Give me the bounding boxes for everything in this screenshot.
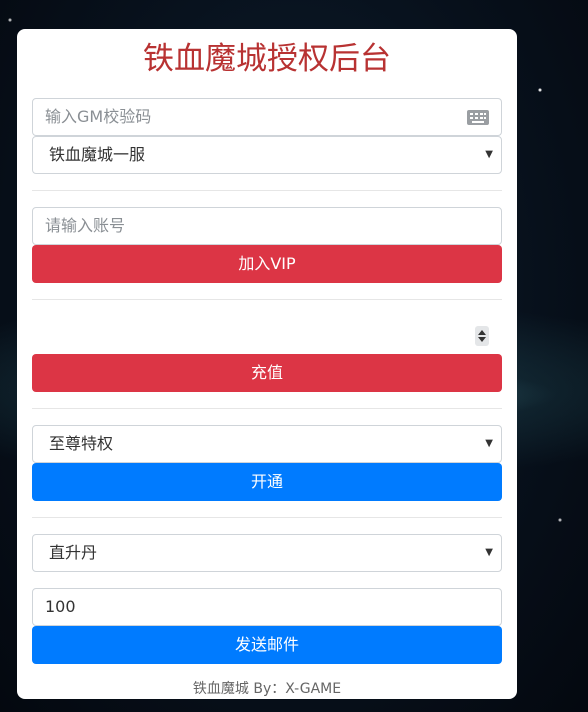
recharge-button[interactable]: 充值 [32, 354, 502, 392]
gm-code-placeholder: 输入GM校验码 [45, 107, 152, 126]
item-select[interactable]: 直升丹 ▼ [32, 534, 502, 572]
section-divider [32, 299, 502, 300]
quantity-value: 100 [45, 597, 76, 616]
dropdown-arrow-icon: ▼ [485, 438, 493, 449]
footer-credit: 铁血魔城 By：X-GAME [192, 681, 342, 697]
section-divider [32, 517, 502, 518]
activate-button[interactable]: 开通 [32, 463, 502, 501]
recharge-amount-input[interactable] [32, 316, 502, 354]
dropdown-arrow-icon: ▼ [485, 149, 493, 160]
add-vip-button[interactable]: 加入VIP [32, 245, 502, 283]
gm-code-input[interactable]: 输入GM校验码 [32, 98, 502, 136]
item-select-value: 直升丹 [49, 543, 98, 562]
send-mail-button[interactable]: 发送邮件 [32, 626, 502, 664]
auth-panel: 铁血魔城授权后台 输入GM校验码 铁血魔城一服 ▼ 请输入账号 加入VIP 充值… [17, 29, 517, 699]
server-select-value: 铁血魔城一服 [49, 145, 146, 164]
keyboard-icon[interactable] [467, 110, 489, 125]
server-select[interactable]: 铁血魔城一服 ▼ [32, 136, 502, 174]
privilege-select-value: 至尊特权 [49, 434, 114, 453]
dropdown-arrow-icon: ▼ [485, 547, 493, 558]
number-spinner-icon[interactable] [475, 326, 489, 346]
page-title: 铁血魔城授权后台 [143, 41, 391, 77]
section-divider [32, 190, 502, 191]
quantity-input[interactable]: 100 [32, 588, 502, 626]
account-input[interactable]: 请输入账号 [32, 207, 502, 245]
privilege-select[interactable]: 至尊特权 ▼ [32, 425, 502, 463]
section-divider [32, 408, 502, 409]
account-placeholder: 请输入账号 [45, 216, 126, 235]
